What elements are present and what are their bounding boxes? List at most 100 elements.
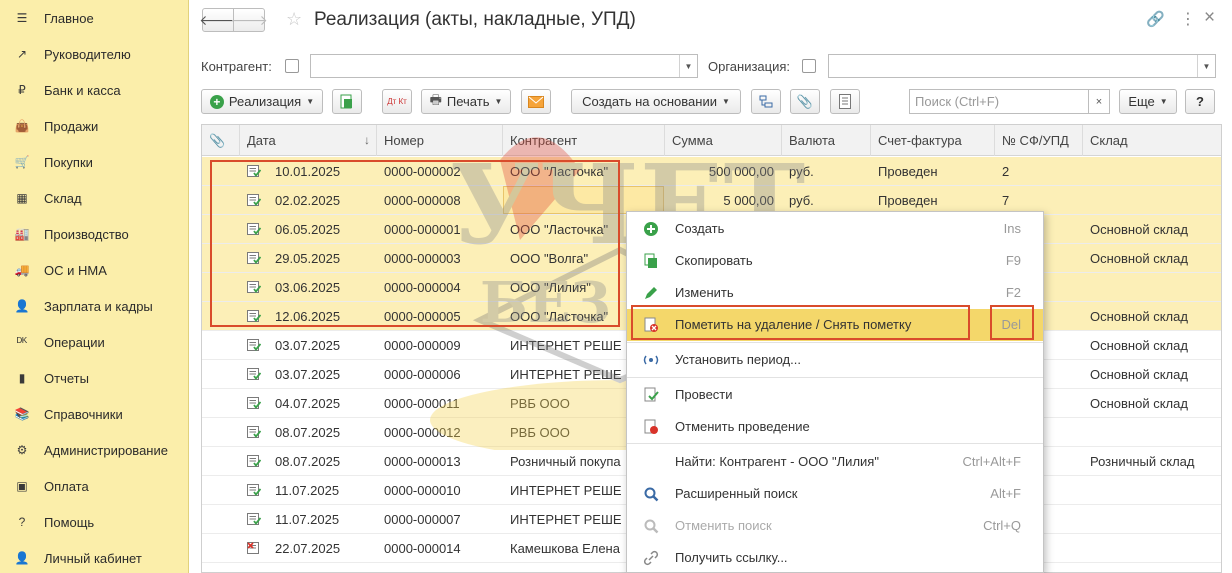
filter-row: Контрагент: ▼ Организация: ▼ [190,53,1232,79]
sidebar-item-label: Покупки [44,154,93,170]
create-based-on-button[interactable]: Создать на основании ▼ [571,89,741,114]
posted-document-icon [247,513,261,525]
sidebar-item[interactable]: ▦ Склад [0,180,188,216]
sidebar-item[interactable]: ↗ Руководителю [0,36,188,72]
cell-date: 04.07.2025 [275,396,341,411]
cell-warehouse [1083,418,1221,447]
organization-select[interactable]: ▼ [828,54,1216,78]
sidebar-item[interactable]: ☰ Главное [0,0,188,36]
posted-document-icon [247,339,261,351]
report-button[interactable] [830,89,860,114]
menu-item-shortcut: F9 [1005,253,1021,268]
sidebar-item-label: Администрирование [44,442,168,458]
close-icon[interactable]: × [1204,7,1215,29]
envelope-icon [528,95,544,108]
more-icon[interactable]: ⋮ [1180,9,1196,29]
cell-sf: 2 [1002,164,1010,179]
chevron-down-icon: ▼ [306,97,315,106]
organization-checkbox[interactable] [802,59,816,73]
trend-icon: ↗ [16,47,28,61]
menu-item[interactable]: Установить период... [627,344,1043,376]
sidebar-item[interactable]: ▣ Оплата [0,468,188,504]
posted-document-icon [247,426,261,438]
chevron-down-icon[interactable]: ▼ [1197,55,1215,77]
cell-number: 0000-000006 [384,367,461,382]
menu-item[interactable]: Создать Ins [627,213,1043,245]
sidebar: ☰ Главное ↗ Руководителю ₽ Банк и касса 👜 Прода… [0,0,189,573]
search-input[interactable]: Поиск (Ctrl+F) [909,89,1089,114]
sidebar-item[interactable]: 🏭 Производство [0,216,188,252]
menu-item[interactable]: Провести [627,379,1043,411]
print-button[interactable]: 🖶 Печать ▼ [421,89,511,114]
column-header-label: Дата [247,133,276,148]
chevron-down-icon[interactable]: ▼ [679,55,697,77]
back-button[interactable]: 🡐 [199,8,237,32]
column-header[interactable]: Счет-фактура [871,125,995,156]
menu-item[interactable]: Скопировать F9 [627,245,1043,277]
forward-button[interactable]: 🡒 [230,8,268,32]
column-header[interactable]: № СФ/УПД [995,125,1083,156]
cell-warehouse: Основной склад [1090,222,1188,237]
cell-warehouse [1083,273,1221,302]
counterparty-checkbox[interactable] [285,59,299,73]
menu-item[interactable]: Найти: Контрагент - ООО "Лилия" Ctrl+Alt+… [627,446,1043,478]
menu-item[interactable]: Отменить проведение [627,411,1043,443]
menu-item-shortcut: Ctrl+Alt+F [962,454,1021,469]
column-header[interactable]: Номер [377,125,503,156]
cell-warehouse [1083,476,1221,505]
menu-separator [627,443,1043,444]
dt-kt-button[interactable]: Дт Кт [382,89,412,114]
report-icon [839,94,851,109]
cell-warehouse [1083,157,1221,186]
column-header-label: № СФ/УПД [1002,133,1069,148]
cell-invoice: Проведен [878,164,938,179]
more-button[interactable]: Еще ▼ [1119,89,1177,114]
attachment-column-header[interactable]: 📎 [202,125,240,156]
menu-item[interactable]: Расширенный поиск Alt+F [627,478,1043,510]
sidebar-item[interactable]: 👜 Продажи [0,108,188,144]
sidebar-item[interactable]: ? Помощь [0,504,188,540]
sidebar-item[interactable]: ₽ Банк и касса [0,72,188,108]
sidebar-item-label: Справочники [44,406,123,422]
create-realization-button[interactable]: + Реализация ▼ [201,89,323,114]
column-header-label: Сумма [672,133,713,148]
menu-item-label: Расширенный поиск [675,486,798,501]
sidebar-item[interactable]: 📚 Справочники [0,396,188,432]
chevron-down-icon: ▼ [494,97,503,106]
sidebar-item[interactable]: 👤 Зарплата и кадры [0,288,188,324]
create-realization-label: Реализация [228,94,302,109]
sidebar-item[interactable]: ⚙ Администрирование [0,432,188,468]
sidebar-item[interactable]: 🚚 ОС и НМА [0,252,188,288]
cell-date: 22.07.2025 [275,541,341,556]
sidebar-item[interactable]: 🛒 Покупки [0,144,188,180]
cell-number: 0000-000009 [384,338,461,353]
star-icon[interactable]: ☆ [286,9,302,30]
copy-button[interactable] [332,89,362,114]
clear-search-button[interactable]: × [1088,89,1110,114]
help-button[interactable]: ? [1185,89,1215,114]
menu-separator [627,377,1043,378]
sidebar-item[interactable]: ᴰᴷ Операции [0,324,188,360]
cell-warehouse [1083,186,1221,215]
email-button[interactable] [521,89,551,114]
sort-descending-icon: ↓ [364,133,370,147]
sidebar-item-label: ОС и НМА [44,262,107,278]
column-header[interactable]: Дата ↓ [240,125,377,156]
sidebar-item[interactable]: 👤 Личный кабинет [0,540,188,573]
column-header[interactable]: Контрагент [503,125,665,156]
column-header[interactable]: Склад [1083,125,1221,156]
cell-warehouse [1083,534,1221,563]
dt-kt-icon: ᴰᴷ [16,335,28,349]
structure-button[interactable] [751,89,781,114]
more-label: Еще [1128,94,1155,109]
menu-item[interactable]: Получить ссылку... [627,542,1043,573]
sidebar-item[interactable]: ▮ Отчеты [0,360,188,396]
counterparty-select[interactable]: ▼ [310,54,698,78]
attachment-button[interactable]: 📎 [790,89,820,114]
column-header[interactable]: Валюта [782,125,871,156]
sidebar-item-label: Операции [44,334,105,350]
column-header[interactable]: Сумма [665,125,782,156]
factory-icon: 🏭 [14,227,30,241]
link-icon[interactable]: 🔗 [1146,10,1165,28]
cell-warehouse [1083,505,1221,534]
